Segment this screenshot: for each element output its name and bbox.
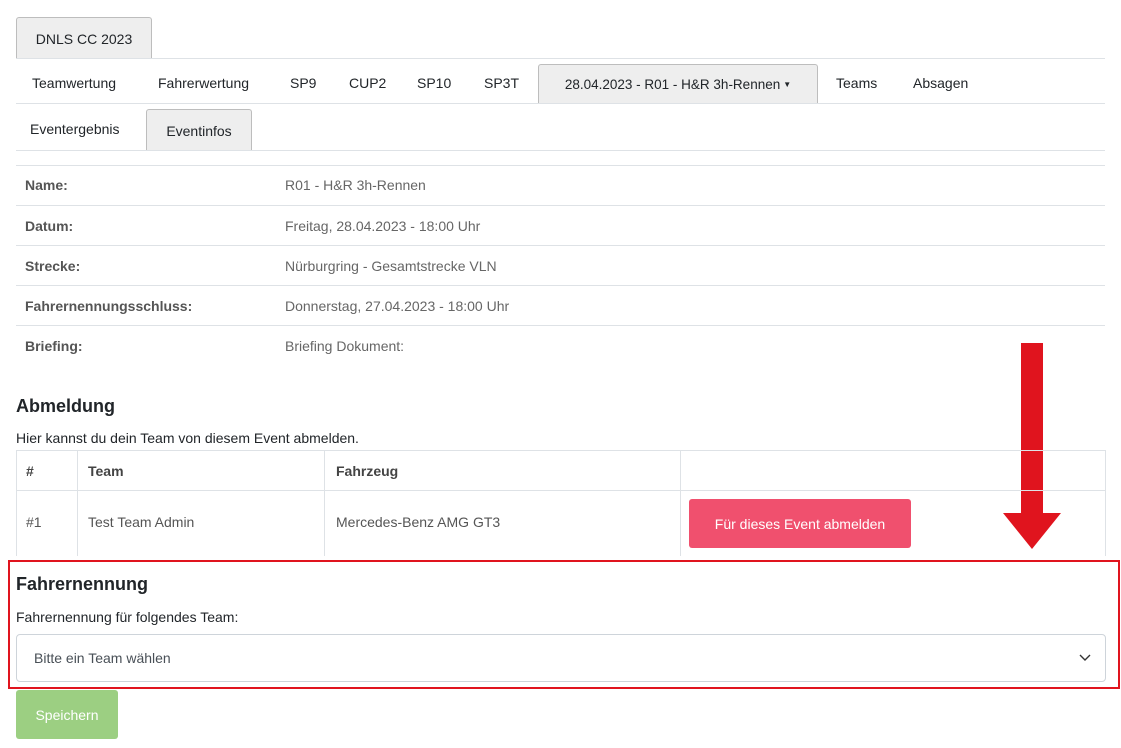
table-border-right: [1105, 450, 1106, 556]
info-row-line: [16, 165, 1105, 166]
table-header-fahrzeug: Fahrzeug: [336, 463, 399, 479]
info-name-value: R01 - H&R 3h-Rennen: [285, 177, 426, 193]
tabs-divider: [16, 58, 1105, 59]
nav-sp3t[interactable]: SP3T: [484, 75, 519, 91]
info-datum-value: Freitag, 28.04.2023 - 18:00 Uhr: [285, 218, 481, 234]
subnav-eventergebnis[interactable]: Eventergebnis: [30, 121, 120, 137]
info-briefing-label: Briefing:: [25, 338, 83, 354]
fahrernennung-title: Fahrernennung: [16, 574, 149, 594]
event-dropdown[interactable]: 28.04.2023 - R01 - H&R 3h-Rennen ▼: [538, 64, 818, 104]
tab-dnls-cc-2023-label: DNLS CC 2023: [35, 30, 133, 47]
info-datum-label: Datum:: [25, 218, 74, 234]
info-row-line: [16, 205, 1105, 206]
subnav-divider: [16, 150, 1105, 151]
info-row-line: [16, 285, 1105, 286]
team-select[interactable]: Bitte ein Team wählen: [16, 634, 1106, 682]
save-button[interactable]: Speichern: [16, 690, 118, 739]
tab-dnls-cc-2023[interactable]: DNLS CC 2023: [16, 17, 152, 59]
info-nennungsschluss-value: Donnerstag, 27.04.2023 - 18:00 Uhr: [285, 298, 510, 314]
event-dropdown-label: 28.04.2023 - R01 - H&R 3h-Rennen: [564, 77, 781, 92]
table-row-team: Test Team Admin: [88, 514, 195, 530]
info-strecke-value: Nürburgring - Gesamtstrecke VLN: [285, 258, 497, 274]
table-row-car: Mercedes-Benz AMG GT3: [336, 514, 501, 530]
abmeldung-title: Abmeldung: [16, 396, 115, 416]
subnav-eventinfos[interactable]: Eventinfos: [146, 109, 252, 151]
fahrernennung-label: Fahrernennung für folgendes Team:: [16, 609, 239, 625]
info-strecke-label: Strecke:: [25, 258, 81, 274]
nav-divider: [16, 103, 1105, 104]
info-nennungsschluss-label: Fahrernennungsschluss:: [25, 298, 193, 314]
subnav-eventinfos-label: Eventinfos: [166, 122, 232, 139]
info-briefing-value: Briefing Dokument:: [285, 338, 405, 354]
table-top-line: [16, 450, 1105, 451]
table-col-line: [77, 450, 78, 556]
team-select-value: Bitte ein Team wählen: [34, 650, 171, 666]
table-header-num: #: [26, 463, 34, 479]
nav-teamwertung[interactable]: Teamwertung: [32, 75, 116, 91]
info-name-label: Name:: [25, 177, 68, 193]
nav-cup2[interactable]: CUP2: [349, 75, 386, 91]
nav-fahrerwertung[interactable]: Fahrerwertung: [158, 75, 249, 91]
abmeldung-text: Hier kannst du dein Team von diesem Even…: [16, 430, 359, 446]
nav-sp10[interactable]: SP10: [417, 75, 451, 91]
table-col-line: [324, 450, 325, 556]
nav-sp9[interactable]: SP9: [290, 75, 316, 91]
chevron-down-icon: [1079, 654, 1091, 661]
table-header-line: [16, 490, 1105, 491]
nav-teams[interactable]: Teams: [836, 75, 877, 91]
info-row-line: [16, 245, 1105, 246]
caret-down-icon: ▼: [783, 80, 792, 89]
red-arrow-down-icon: [1003, 343, 1061, 549]
nav-absagen[interactable]: Absagen: [913, 75, 968, 91]
table-row-num: #1: [26, 514, 42, 530]
table-col-line: [680, 450, 681, 556]
abmelden-button[interactable]: Für dieses Event abmelden: [689, 499, 911, 548]
info-row-line: [16, 325, 1105, 326]
table-border-left: [16, 450, 17, 556]
table-header-team: Team: [88, 463, 124, 479]
